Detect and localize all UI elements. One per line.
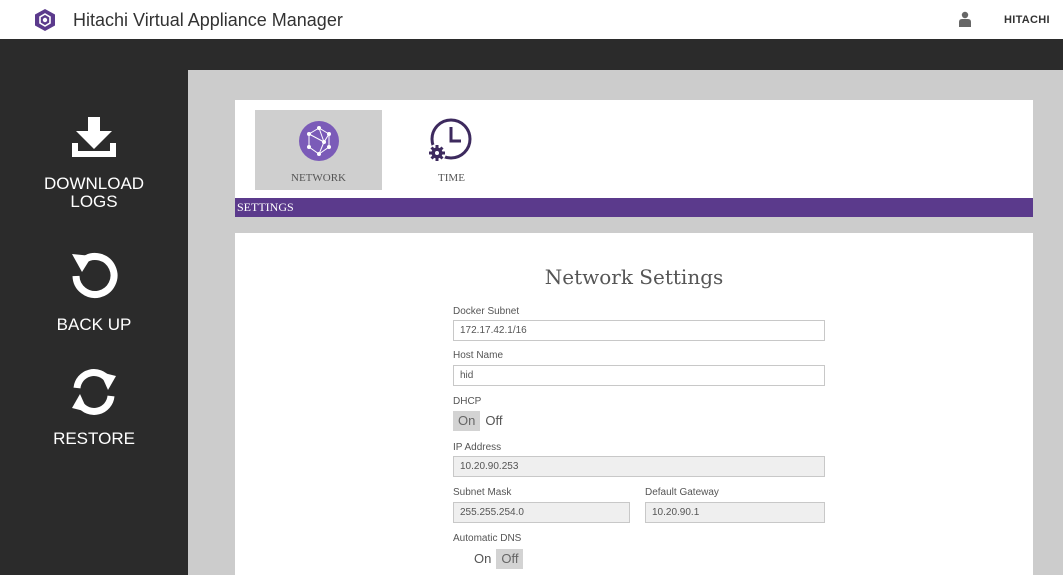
top-header: Hitachi Virtual Appliance Manager HITACH…	[0, 0, 1063, 39]
tab-label: TIME	[438, 172, 465, 184]
restore-icon	[72, 369, 116, 415]
tab-label: NETWORK	[291, 172, 346, 184]
docker-subnet-input[interactable]	[453, 320, 825, 341]
settings-tabs: NETWORK TIME	[235, 100, 1033, 198]
user-icon[interactable]	[958, 11, 972, 27]
backup-icon	[72, 253, 118, 298]
dns-on-option[interactable]: On	[469, 549, 496, 569]
ip-address-input[interactable]	[453, 456, 825, 477]
section-bar: SETTINGS	[235, 198, 1033, 217]
default-gateway-label: Default Gateway	[645, 487, 719, 498]
subnet-mask-label: Subnet Mask	[453, 487, 512, 498]
tab-time[interactable]: TIME	[388, 110, 515, 190]
page-title: Network Settings	[544, 265, 724, 289]
dhcp-on-option[interactable]: On	[453, 411, 481, 431]
restore-button[interactable]: Restore	[0, 366, 188, 448]
clock-gear-icon	[428, 118, 472, 162]
subnet-mask-input[interactable]	[453, 502, 630, 523]
ip-address-label: IP Address	[453, 442, 502, 453]
brand-name: HITACHI	[1004, 14, 1050, 26]
download-logs-button[interactable]: Download Logs	[0, 117, 188, 211]
host-name-input[interactable]	[453, 365, 825, 386]
sidebar: Download Logs Back Up Restore	[0, 70, 188, 575]
tab-network[interactable]: NETWORK	[255, 110, 382, 190]
back-up-button[interactable]: Back Up	[0, 250, 188, 334]
dhcp-toggle[interactable]: On Off	[453, 411, 507, 431]
hexagon-logo-icon	[35, 9, 55, 31]
sidebar-item-label: Restore	[53, 429, 135, 448]
app-title: Hitachi Virtual Appliance Manager	[73, 10, 343, 30]
automatic-dns-toggle[interactable]: On Off	[469, 549, 524, 569]
host-name-label: Host Name	[453, 350, 504, 361]
automatic-dns-label: Automatic DNS	[453, 533, 522, 544]
dhcp-off-option[interactable]: Off	[480, 411, 507, 431]
dhcp-label: DHCP	[453, 396, 482, 407]
sidebar-item-label: Back Up	[56, 315, 132, 334]
docker-subnet-label: Docker Subnet	[453, 306, 520, 317]
sidebar-item-label: Logs	[70, 192, 118, 211]
dns-off-option[interactable]: Off	[496, 549, 524, 569]
nav-bar	[0, 39, 1063, 70]
download-icon	[72, 117, 116, 157]
network-icon	[299, 121, 339, 161]
default-gateway-input[interactable]	[645, 502, 825, 523]
main-area: NETWORK TIME SETTINGS Network Settings D…	[188, 70, 1063, 575]
network-settings-panel: Network Settings Docker Subnet Host Name…	[235, 233, 1033, 575]
sidebar-item-label: Download	[43, 174, 145, 193]
